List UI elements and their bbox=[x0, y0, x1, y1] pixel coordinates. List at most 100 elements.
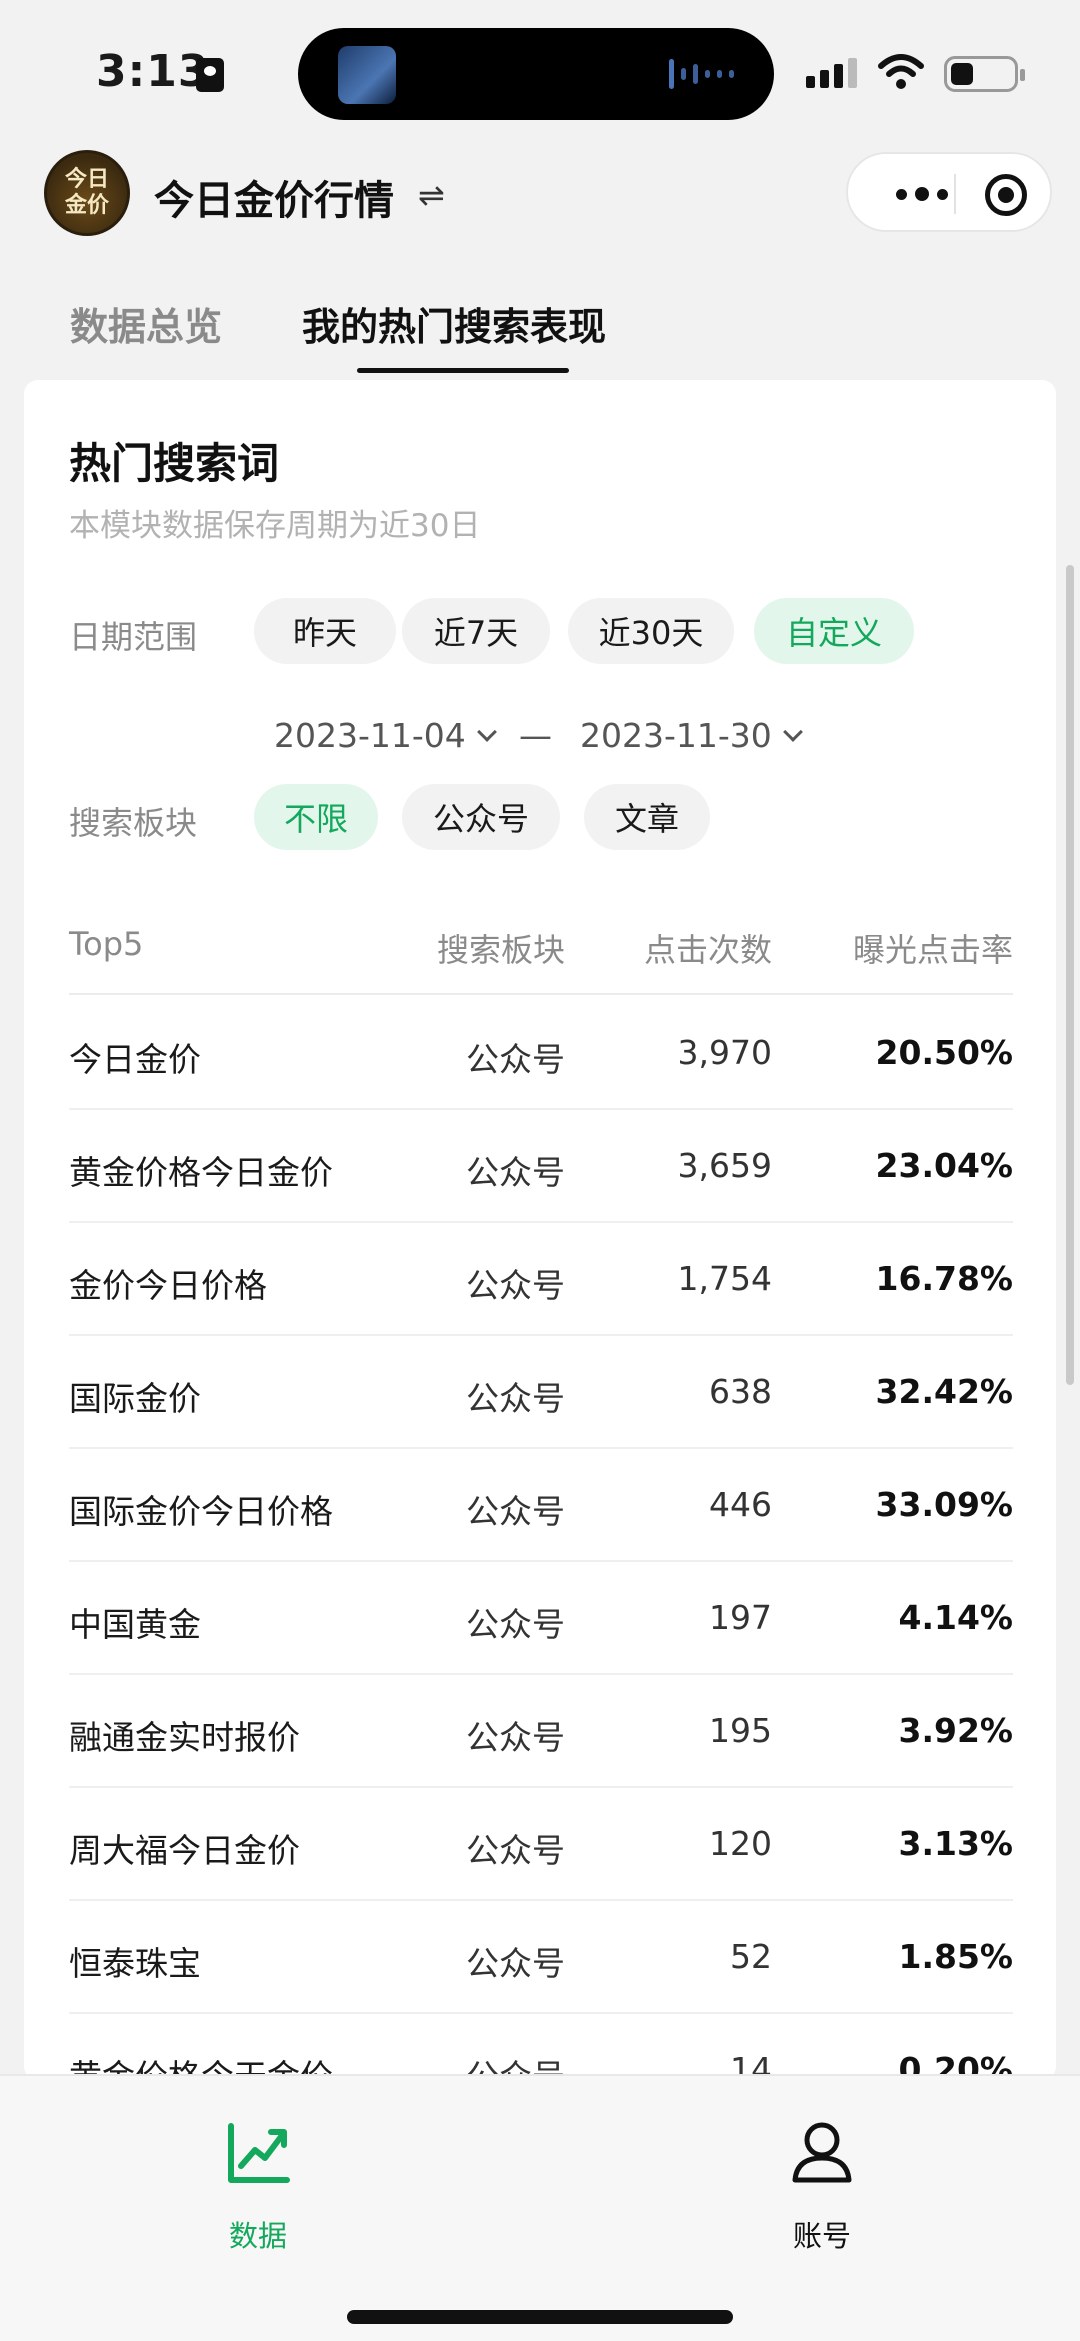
person-icon bbox=[792, 2122, 852, 2183]
table-row: 中国黄金 公众号 197 4.14% bbox=[69, 1562, 1013, 1675]
table-header: Top5 搜索板块 点击次数 曝光点击率 bbox=[69, 925, 1013, 995]
nav-label-data: 数据 bbox=[228, 2219, 287, 2253]
keyword-cell: 周大福今日金价 bbox=[69, 1831, 300, 1870]
header-search-block: 搜索板块 bbox=[436, 931, 565, 969]
ctr-cell: 16.78% bbox=[875, 1259, 1013, 1298]
ctr-cell: 4.14% bbox=[898, 1598, 1014, 1637]
table-row: 今日金价 公众号 3,970 20.50% bbox=[69, 997, 1013, 1110]
block-cell: 公众号 bbox=[466, 1266, 565, 1305]
ctr-cell: 32.42% bbox=[875, 1372, 1013, 1411]
end-date-value: 2023-11-30 bbox=[580, 716, 772, 755]
search-block-label: 搜索板块 bbox=[69, 804, 198, 842]
block-cell: 公众号 bbox=[466, 1718, 565, 1757]
date-chip-yesterday[interactable]: 昨天 bbox=[254, 598, 396, 664]
ctr-cell: 1.85% bbox=[898, 1937, 1014, 1976]
clicks-cell: 3,659 bbox=[677, 1146, 772, 1185]
nav-label-account: 账号 bbox=[792, 2219, 851, 2253]
table-row: 周大福今日金价 公众号 120 3.13% bbox=[69, 1788, 1013, 1901]
chevron-down-icon bbox=[782, 721, 803, 742]
miniprogram-capsule bbox=[846, 152, 1052, 232]
end-date-picker[interactable]: 2023-11-30 bbox=[580, 716, 803, 755]
table-row: 恒泰珠宝 公众号 52 1.85% bbox=[69, 1901, 1013, 2014]
date-chip-30days[interactable]: 近30天 bbox=[568, 598, 734, 664]
block-cell: 公众号 bbox=[466, 1492, 565, 1531]
block-cell: 公众号 bbox=[466, 1605, 565, 1644]
keyword-cell: 金价今日价格 bbox=[69, 1266, 267, 1305]
clicks-cell: 446 bbox=[709, 1485, 772, 1524]
table-row: 黄金价格今日金价 公众号 3,659 23.04% bbox=[69, 1110, 1013, 1223]
nav-item-data[interactable]: 数据 bbox=[158, 2118, 358, 2255]
header-clicks: 点击次数 bbox=[643, 931, 772, 969]
tab-hot-search-performance[interactable]: 我的热门搜索表现 bbox=[302, 296, 606, 351]
keyword-cell: 国际金价 bbox=[69, 1379, 201, 1418]
date-range-label: 日期范围 bbox=[69, 618, 198, 656]
focus-mode-icon bbox=[196, 58, 224, 92]
scrollbar[interactable] bbox=[1066, 565, 1074, 1385]
ctr-cell: 20.50% bbox=[875, 1033, 1013, 1072]
date-chip-custom[interactable]: 自定义 bbox=[754, 598, 914, 664]
clicks-cell: 638 bbox=[709, 1372, 772, 1411]
keyword-cell: 黄金价格今日金价 bbox=[69, 1153, 333, 1192]
bottom-nav: 数据 账号 bbox=[0, 2074, 1080, 2341]
block-chip-article[interactable]: 文章 bbox=[584, 784, 710, 850]
clicks-cell: 52 bbox=[730, 1937, 772, 1976]
clicks-cell: 120 bbox=[709, 1824, 772, 1863]
ctr-cell: 3.92% bbox=[898, 1711, 1014, 1750]
wifi-icon bbox=[878, 54, 924, 89]
header-top5: Top5 bbox=[69, 925, 144, 963]
logo-text-line2: 金价 bbox=[64, 193, 109, 218]
block-cell: 公众号 bbox=[466, 1153, 565, 1192]
block-cell: 公众号 bbox=[466, 1379, 565, 1418]
capsule-divider bbox=[954, 174, 956, 214]
audio-waveform-icon bbox=[669, 58, 734, 90]
ctr-cell: 23.04% bbox=[875, 1146, 1013, 1185]
hot-search-card: 热门搜索词 本模块数据保存周期为近30日 日期范围 昨天 近7天 近30天 自定… bbox=[24, 380, 1056, 2127]
table-row: 融通金实时报价 公众号 195 3.92% bbox=[69, 1675, 1013, 1788]
ctr-cell: 33.09% bbox=[875, 1485, 1013, 1524]
status-bar: 3:13 bbox=[0, 0, 1080, 140]
card-subtitle: 本模块数据保存周期为近30日 bbox=[69, 508, 481, 544]
keyword-cell: 恒泰珠宝 bbox=[69, 1944, 201, 1983]
card-title: 热门搜索词 bbox=[69, 439, 280, 488]
app-logo: 今日 金价 bbox=[44, 150, 130, 236]
block-chip-official-account[interactable]: 公众号 bbox=[402, 784, 560, 850]
battery-icon bbox=[944, 56, 1025, 92]
dynamic-island bbox=[298, 28, 774, 120]
block-cell: 公众号 bbox=[466, 1040, 565, 1079]
block-cell: 公众号 bbox=[466, 1944, 565, 1983]
keyword-cell: 国际金价今日价格 bbox=[69, 1492, 333, 1531]
ctr-cell: 3.13% bbox=[898, 1824, 1014, 1863]
cellular-signal-icon bbox=[806, 58, 857, 88]
trend-chart-icon bbox=[228, 2123, 290, 2183]
clicks-cell: 195 bbox=[709, 1711, 772, 1750]
date-separator: — bbox=[519, 716, 552, 755]
table-row: 金价今日价格 公众号 1,754 16.78% bbox=[69, 1223, 1013, 1336]
block-cell: 公众号 bbox=[466, 1831, 565, 1870]
start-date-value: 2023-11-04 bbox=[274, 716, 466, 755]
switch-account-icon[interactable]: ⇌ bbox=[418, 176, 445, 214]
tab-bar: 数据总览 我的热门搜索表现 bbox=[0, 290, 1080, 380]
date-chip-7days[interactable]: 近7天 bbox=[402, 598, 550, 664]
more-menu-icon[interactable] bbox=[882, 174, 962, 214]
home-indicator[interactable] bbox=[347, 2310, 733, 2324]
active-tab-indicator bbox=[357, 368, 569, 373]
header-ctr: 曝光点击率 bbox=[852, 931, 1013, 969]
tab-data-overview[interactable]: 数据总览 bbox=[70, 296, 222, 351]
start-date-picker[interactable]: 2023-11-04 bbox=[274, 716, 497, 755]
clicks-cell: 3,970 bbox=[677, 1033, 772, 1072]
keyword-cell: 融通金实时报价 bbox=[69, 1718, 300, 1757]
clicks-cell: 1,754 bbox=[677, 1259, 772, 1298]
chevron-down-icon bbox=[476, 721, 497, 742]
keyword-cell: 中国黄金 bbox=[69, 1605, 201, 1644]
table-row: 国际金价今日价格 公众号 446 33.09% bbox=[69, 1449, 1013, 1562]
close-miniprogram-icon[interactable] bbox=[985, 174, 1027, 216]
status-time: 3:13 bbox=[96, 46, 210, 97]
nav-item-account[interactable]: 账号 bbox=[722, 2118, 922, 2255]
app-title[interactable]: 今日金价行情 bbox=[154, 168, 394, 226]
clicks-cell: 197 bbox=[709, 1598, 772, 1637]
table-row: 国际金价 公众号 638 32.42% bbox=[69, 1336, 1013, 1449]
now-playing-artwork-icon bbox=[338, 46, 396, 104]
block-chip-all[interactable]: 不限 bbox=[254, 784, 378, 850]
logo-text-line1: 今日 bbox=[64, 167, 109, 192]
keyword-cell: 今日金价 bbox=[69, 1040, 201, 1079]
